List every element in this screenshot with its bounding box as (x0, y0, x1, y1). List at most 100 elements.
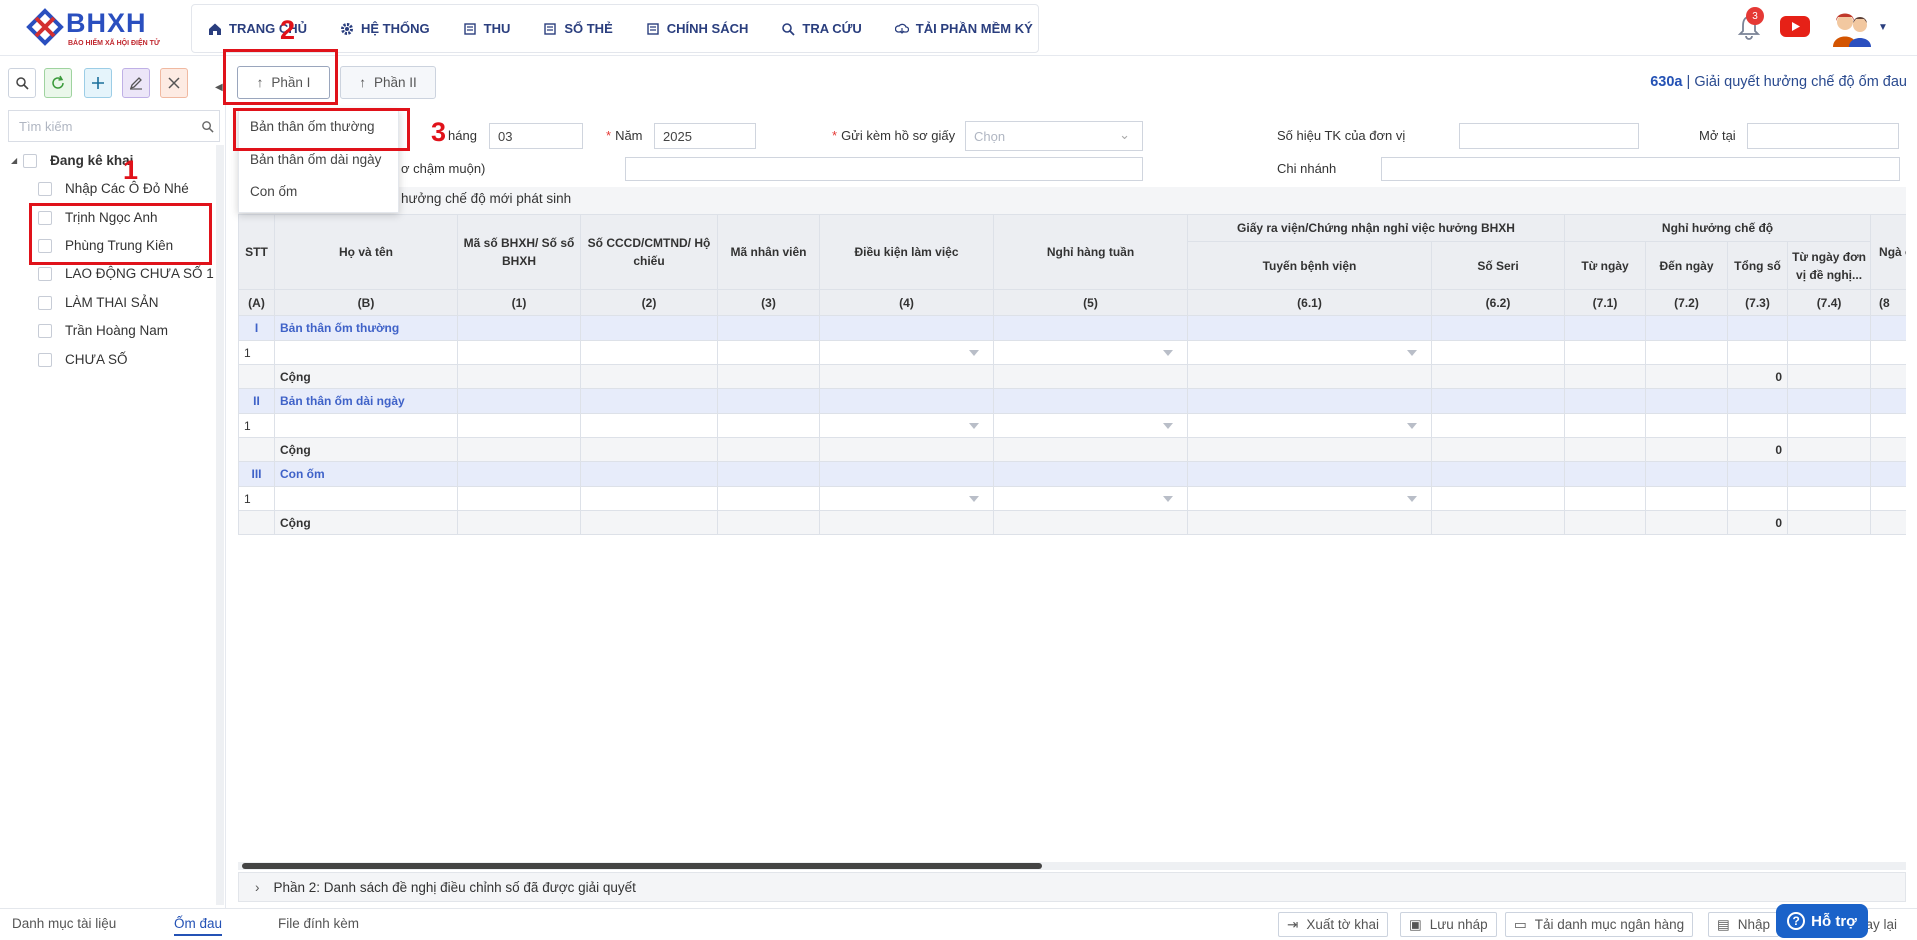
table-icon: ▤ (1717, 916, 1730, 932)
idx-cell: (7.1) (1564, 289, 1647, 316)
col-den-ngay: Đến ngày (1645, 241, 1729, 290)
table-row[interactable]: 1 (238, 413, 1906, 438)
notification-badge: 3 (1746, 7, 1764, 25)
tree-checkbox[interactable] (38, 352, 52, 367)
arrow-up-icon: ↑ (359, 75, 366, 90)
edit-button[interactable] (122, 68, 150, 98)
nav-item-thu[interactable]: THU (463, 21, 511, 36)
search-input[interactable] (9, 111, 189, 141)
table-row[interactable]: 1 (238, 340, 1906, 365)
col-stt: STT (238, 214, 275, 290)
document-icon (544, 22, 557, 35)
tuyen-select[interactable] (1187, 486, 1432, 511)
tree-root-label: Đang kê khai (50, 153, 134, 168)
export-button[interactable]: ⇥ Xuất tờ khai (1278, 912, 1388, 937)
tree-item[interactable]: Nhập Các Ô Đỏ Nhé (38, 181, 189, 196)
support-button[interactable]: ? Hỗ trợ (1776, 904, 1868, 938)
tab-om-dau[interactable]: Ốm đau (174, 916, 223, 936)
cham-muon-input[interactable] (625, 157, 1143, 181)
tree-checkbox[interactable] (38, 295, 52, 310)
import-button[interactable]: ▤ Nhập (1708, 912, 1780, 937)
group-roman: III (238, 461, 275, 487)
nghi-tuan-select[interactable] (993, 340, 1188, 365)
dieu-kien-select[interactable] (819, 413, 994, 438)
search-tool-button[interactable] (8, 68, 36, 98)
refresh-button[interactable] (44, 68, 72, 98)
nghi-tuan-select[interactable] (993, 486, 1188, 511)
load-bank-button[interactable]: ▭ Tải danh mục ngân hàng (1505, 912, 1694, 937)
mo-tai-label: Mở tại (1699, 128, 1736, 143)
search-icon (16, 77, 29, 90)
dieu-kien-select[interactable] (819, 340, 994, 365)
sum-value: 0 (1727, 510, 1789, 535)
tree-item-label: CHƯA SỐ (65, 352, 128, 367)
tab-danh-muc[interactable]: Danh mục tài liệu (12, 916, 116, 931)
col-tu-ngay: Từ ngày (1564, 241, 1647, 290)
chevron-down-icon[interactable]: ▼ (1878, 22, 1888, 33)
youtube-icon[interactable] (1780, 16, 1810, 37)
nav-item-so-the[interactable]: SỔ THẺ (543, 21, 613, 36)
refresh-icon (52, 75, 64, 89)
cloud-download-icon (894, 23, 909, 34)
gui-kem-select[interactable]: Chọn ⌄ (965, 121, 1143, 151)
part2-panel[interactable]: › Phần 2: Danh sách đề nghị điều chỉnh s… (238, 872, 1906, 902)
tuyen-select[interactable] (1187, 340, 1432, 365)
dropdown-item-om-dai-ngay[interactable]: Bản thân ốm dài ngày (250, 152, 381, 167)
chevron-right-icon: › (255, 879, 260, 895)
group-title: Con ốm (274, 461, 458, 487)
nav-label: THU (483, 21, 511, 36)
col-seri: Số Seri (1430, 241, 1566, 290)
save-icon: ▣ (1409, 916, 1422, 932)
nav-item-system[interactable]: HỆ THỐNG (340, 21, 430, 36)
collapse-sidebar-icon[interactable]: ◀ (215, 82, 223, 93)
sum-row: Cộng 0 (238, 437, 1906, 462)
so-hieu-input[interactable] (1459, 123, 1639, 149)
nav-item-tai-phan-mem[interactable]: TẢI PHẦN MỀM KÝ (894, 21, 1033, 36)
nam-input[interactable]: 2025 (654, 123, 756, 149)
tree-item[interactable]: Trần Hoàng Nam (38, 323, 168, 338)
tree-root[interactable]: ◢ Đang kê khai (11, 153, 133, 168)
idx-cell: (7.4) (1787, 289, 1872, 316)
dropdown-item-con-om[interactable]: Con ốm (250, 184, 297, 199)
search-icon[interactable] (201, 120, 214, 133)
close-icon (168, 77, 180, 89)
scrollbar-thumb[interactable] (242, 863, 1042, 869)
sidebar-scrollbar[interactable] (216, 145, 224, 905)
bhxh-logo[interactable]: BHXH BẢO HIỂM XÃ HỘI ĐIỆN TỬ (26, 6, 171, 50)
tree-checkbox[interactable] (38, 323, 52, 338)
tree-checkbox[interactable] (38, 266, 52, 281)
idx-cell: (3) (717, 289, 820, 316)
save-draft-button[interactable]: ▣ Lưu nháp (1400, 912, 1497, 937)
nav-label: CHÍNH SÁCH (666, 21, 749, 36)
nghi-tuan-select[interactable] (993, 413, 1188, 438)
thang-input[interactable]: 03 (489, 123, 583, 149)
pencil-icon (129, 77, 142, 90)
chi-nhanh-input[interactable] (1381, 157, 1900, 181)
annotation-box-3 (233, 108, 410, 151)
group-row: II Bản thân ốm dài ngày (238, 388, 1906, 414)
mo-tai-input[interactable] (1747, 123, 1899, 149)
sidebar-search (8, 110, 220, 142)
tree-checkbox[interactable] (23, 153, 38, 168)
table-row[interactable]: 1 (238, 486, 1906, 511)
nav-label: SỔ THẺ (564, 21, 613, 36)
col-nghi-huong: Nghỉ hưởng chế độ (1564, 214, 1872, 242)
tab-file-dinh-kem[interactable]: File đính kèm (278, 916, 359, 931)
col-ma-nv: Mã nhân viên (717, 214, 820, 290)
caret-down-icon[interactable]: ◢ (11, 156, 17, 165)
dieu-kien-select[interactable] (819, 486, 994, 511)
nav-item-chinh-sach[interactable]: CHÍNH SÁCH (646, 21, 749, 36)
add-button[interactable] (84, 68, 112, 98)
tree-item[interactable]: LAO ĐỘNG CHƯA SỐ 1 (38, 266, 214, 281)
tree-checkbox[interactable] (38, 181, 52, 196)
avatar[interactable] (1832, 9, 1872, 47)
group-row: I Bản thân ốm thường (238, 315, 1906, 341)
group-row: III Con ốm (238, 461, 1906, 487)
tuyen-select[interactable] (1187, 413, 1432, 438)
tree-item[interactable]: CHƯA SỐ (38, 352, 128, 367)
phase-2-button[interactable]: ↑ Phần II (340, 66, 436, 99)
delete-button[interactable] (160, 68, 188, 98)
tree-item[interactable]: LÀM THAI SẢN (38, 295, 159, 310)
folder-icon: ▭ (1514, 916, 1527, 932)
nav-item-tra-cuu[interactable]: TRA CỨU (781, 21, 862, 36)
